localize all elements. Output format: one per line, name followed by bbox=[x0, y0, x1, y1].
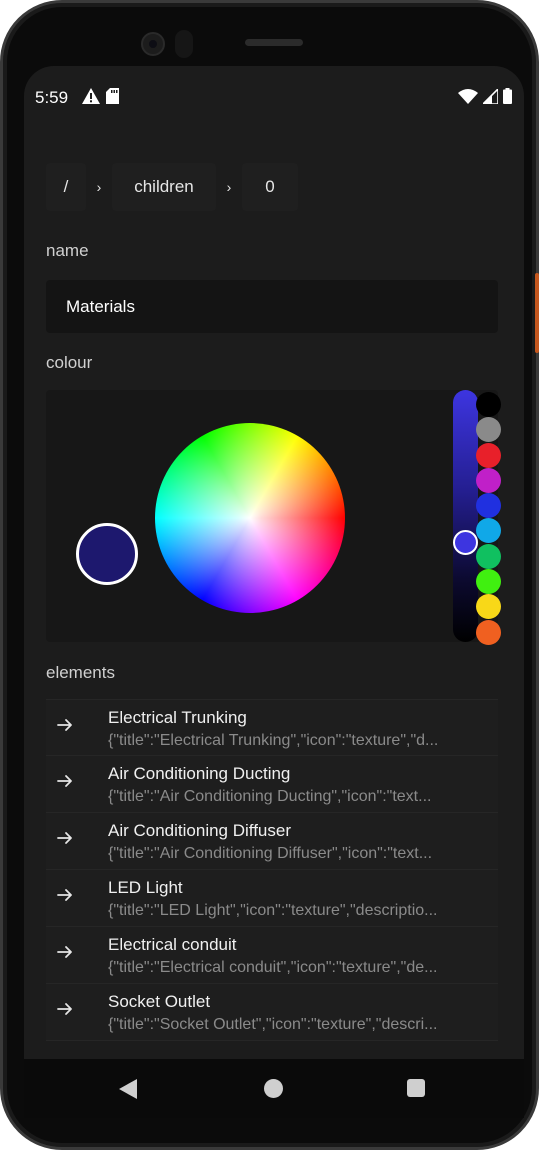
arrow-right-icon bbox=[57, 1003, 72, 1015]
navigation-bar bbox=[24, 1059, 524, 1118]
colour-swatch[interactable] bbox=[476, 569, 501, 595]
arrow-right-icon bbox=[57, 889, 72, 901]
camera-icon bbox=[141, 32, 165, 56]
breadcrumb-children[interactable]: children bbox=[112, 163, 216, 211]
element-title: LED Light bbox=[108, 878, 183, 897]
brightness-slider-handle[interactable] bbox=[453, 530, 478, 555]
element-subtitle: {"title":"Air Conditioning Ducting","ico… bbox=[108, 788, 432, 805]
element-list-item[interactable]: Air Conditioning Diffuser {"title":"Air C… bbox=[46, 813, 498, 870]
breadcrumb: / › children › 0 bbox=[46, 163, 298, 211]
element-subtitle: {"title":"Socket Outlet","icon":"texture… bbox=[108, 1016, 438, 1033]
chevron-right-icon: › bbox=[96, 179, 102, 195]
colour-wheel[interactable] bbox=[155, 423, 345, 613]
colour-swatch[interactable] bbox=[476, 442, 501, 468]
colour-swatch[interactable] bbox=[476, 493, 501, 519]
battery-icon bbox=[503, 88, 512, 104]
arrow-right-icon bbox=[57, 775, 72, 787]
element-subtitle: {"title":"Electrical conduit","icon":"te… bbox=[108, 959, 438, 976]
element-list-item[interactable]: Socket Outlet {"title":"Socket Outlet","i… bbox=[46, 984, 498, 1041]
speaker-grille bbox=[245, 39, 303, 46]
power-button bbox=[535, 273, 539, 353]
colour-swatch[interactable] bbox=[476, 594, 501, 620]
sensor bbox=[175, 30, 193, 58]
arrow-right-icon bbox=[57, 832, 72, 844]
colour-wheel-handle[interactable] bbox=[76, 523, 138, 585]
element-subtitle: {"title":"Air Conditioning Diffuser","ic… bbox=[108, 845, 433, 862]
colour-swatch[interactable] bbox=[476, 467, 501, 493]
status-left-icons bbox=[82, 88, 119, 104]
breadcrumb-index[interactable]: 0 bbox=[242, 163, 298, 211]
name-label: name bbox=[46, 241, 89, 260]
element-title: Air Conditioning Diffuser bbox=[108, 821, 291, 840]
arrow-right-icon bbox=[57, 946, 72, 958]
elements-label: elements bbox=[46, 663, 115, 682]
element-title: Socket Outlet bbox=[108, 992, 211, 1011]
status-bar: 5:59 bbox=[24, 66, 524, 130]
colour-label: colour bbox=[46, 353, 93, 372]
back-icon[interactable] bbox=[119, 1079, 137, 1099]
wifi-icon bbox=[458, 88, 478, 104]
arrow-right-icon bbox=[57, 719, 72, 731]
signal-icon bbox=[483, 88, 498, 104]
elements-list: Electrical Trunking {"title":"Electrical … bbox=[46, 699, 498, 1041]
element-list-item[interactable]: Electrical Trunking {"title":"Electrical … bbox=[46, 699, 498, 756]
element-subtitle: {"title":"Electrical Trunking","icon":"t… bbox=[108, 732, 439, 749]
chevron-right-icon: › bbox=[226, 179, 232, 195]
element-list-item[interactable]: LED Light {"title":"LED Light","icon":"te… bbox=[46, 870, 498, 927]
breadcrumb-root[interactable]: / bbox=[46, 163, 86, 211]
colour-picker bbox=[46, 390, 498, 642]
brightness-slider[interactable] bbox=[453, 390, 478, 642]
colour-swatch[interactable] bbox=[476, 619, 501, 645]
recents-icon[interactable] bbox=[407, 1079, 425, 1097]
sd-card-icon bbox=[106, 88, 119, 104]
app-screen: 5:59 / › children › 0 name Materials col… bbox=[24, 66, 524, 1118]
element-title: Electrical Trunking bbox=[108, 708, 247, 727]
name-field[interactable]: Materials bbox=[46, 280, 498, 333]
element-list-item[interactable]: Air Conditioning Ducting {"title":"Air Co… bbox=[46, 756, 498, 813]
status-time: 5:59 bbox=[35, 88, 69, 107]
colour-swatch[interactable] bbox=[476, 417, 501, 443]
colour-swatch[interactable] bbox=[476, 392, 501, 417]
phone-frame: 5:59 / › children › 0 name Materials col… bbox=[0, 0, 539, 1150]
element-title: Air Conditioning Ducting bbox=[108, 764, 291, 783]
hue-saturation-wheel[interactable] bbox=[155, 423, 345, 613]
status-right-icons bbox=[458, 88, 512, 104]
colour-swatch[interactable] bbox=[476, 543, 501, 569]
warning-icon bbox=[82, 88, 100, 104]
element-subtitle: {"title":"LED Light","icon":"texture","d… bbox=[108, 902, 438, 919]
element-list-item[interactable]: Electrical conduit {"title":"Electrical c… bbox=[46, 927, 498, 984]
home-icon[interactable] bbox=[264, 1079, 283, 1098]
colour-swatch[interactable] bbox=[476, 518, 501, 544]
colour-swatches bbox=[476, 392, 502, 645]
element-title: Electrical conduit bbox=[108, 935, 237, 954]
